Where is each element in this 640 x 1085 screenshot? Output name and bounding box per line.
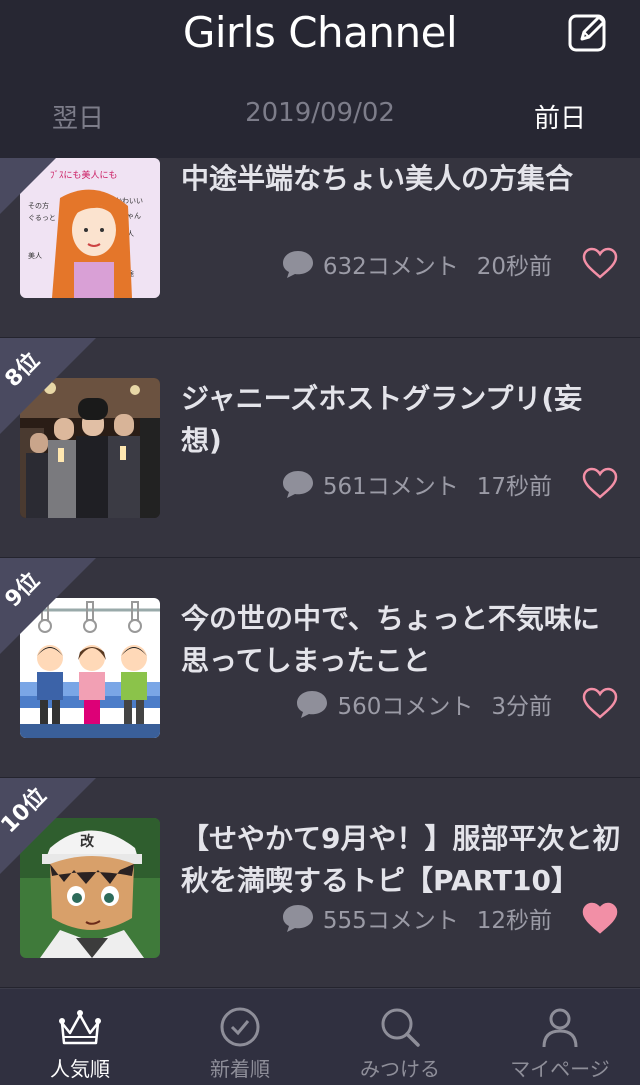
person-icon <box>542 1008 578 1048</box>
timestamp: 17秒前 <box>476 474 552 500</box>
tab-label: みつける <box>360 1057 440 1081</box>
comment-icon <box>282 471 313 498</box>
timestamp: 3分前 <box>491 694 552 720</box>
tab-popular[interactable]: 人気順 <box>0 989 160 1085</box>
svg-text:美人: 美人 <box>28 251 42 260</box>
bottom-tab-bar: 人気順 新着順 みつける マイページ <box>0 988 640 1085</box>
rank-badge <box>0 158 56 214</box>
ranking-list: ﾌﾞｽにも美人にも その方ぐるっと美人 かわいいちゃん美人中途 中途半端なちょい… <box>0 158 640 988</box>
topic-meta: 555コメント 12秒前 <box>281 900 552 936</box>
svg-text:ぐるっと: ぐるっと <box>28 214 56 222</box>
app-logo: Girls Channel <box>182 8 458 57</box>
clock-icon <box>220 1007 260 1047</box>
comment-icon <box>282 251 313 278</box>
heart-outline-icon[interactable] <box>582 687 618 719</box>
compose-icon[interactable] <box>567 12 609 54</box>
search-icon <box>381 1008 420 1047</box>
topic-meta: 560コメント 3分前 <box>295 686 552 722</box>
heart-filled-icon[interactable] <box>582 902 618 934</box>
tab-mypage[interactable]: マイページ <box>480 989 640 1085</box>
tab-label: 人気順 <box>50 1057 110 1081</box>
date-navigation: 2019/09/02 翌日 前日 <box>0 98 640 138</box>
topic-meta: 632コメント 20秒前 <box>281 246 552 282</box>
topic-title[interactable]: 中途半端なちょい美人の方集合 <box>181 158 621 200</box>
topic-title[interactable]: 今の世の中で、ちょっと不気味に思ってしまったこと <box>181 598 621 682</box>
timestamp: 20秒前 <box>476 254 552 280</box>
comment-count: 632コメント <box>322 254 459 280</box>
heart-outline-icon[interactable] <box>582 467 618 499</box>
tab-newest[interactable]: 新着順 <box>160 989 320 1085</box>
rank-badge: 8位 <box>0 338 96 434</box>
comment-count: 560コメント <box>337 694 474 720</box>
comment-count: 555コメント <box>322 908 459 934</box>
tab-label: マイページ <box>510 1057 610 1081</box>
topic-meta: 561コメント 17秒前 <box>281 466 552 502</box>
tab-discover[interactable]: みつける <box>320 989 480 1085</box>
app-header: Girls Channel 2019/09/02 翌日 前日 <box>0 0 640 158</box>
rank-badge: 9位 <box>0 558 96 654</box>
rank-badge: 10位 <box>0 778 96 874</box>
heart-outline-icon[interactable] <box>582 247 618 279</box>
comment-count: 561コメント <box>322 474 459 500</box>
topic-title[interactable]: ジャニーズホストグランプリ(妄想) <box>181 378 621 462</box>
topic-title[interactable]: 【せやかて9月や！】服部平次と初秋を満喫するトピ【PART10】 <box>181 818 621 902</box>
topic-item[interactable]: 今の世の中で、ちょっと不気味に思ってしまったこと 560コメント 3分前 9位 <box>0 558 640 778</box>
topic-item[interactable]: ジャニーズホストグランプリ(妄想) 561コメント 17秒前 8位 <box>0 338 640 558</box>
next-day-link[interactable]: 翌日 <box>52 98 104 135</box>
comment-icon <box>282 905 313 932</box>
timestamp: 12秒前 <box>476 908 552 934</box>
comment-icon <box>297 691 328 718</box>
topic-item[interactable]: ﾌﾞｽにも美人にも その方ぐるっと美人 かわいいちゃん美人中途 中途半端なちょい… <box>0 158 640 338</box>
crown-icon <box>59 1010 101 1045</box>
topic-item[interactable]: 改 【せやかて9月や！】服部平次と初秋を満喫するトピ【PART10】 555コメ… <box>0 778 640 988</box>
previous-day-link[interactable]: 前日 <box>534 98 586 135</box>
tab-label: 新着順 <box>210 1057 270 1081</box>
